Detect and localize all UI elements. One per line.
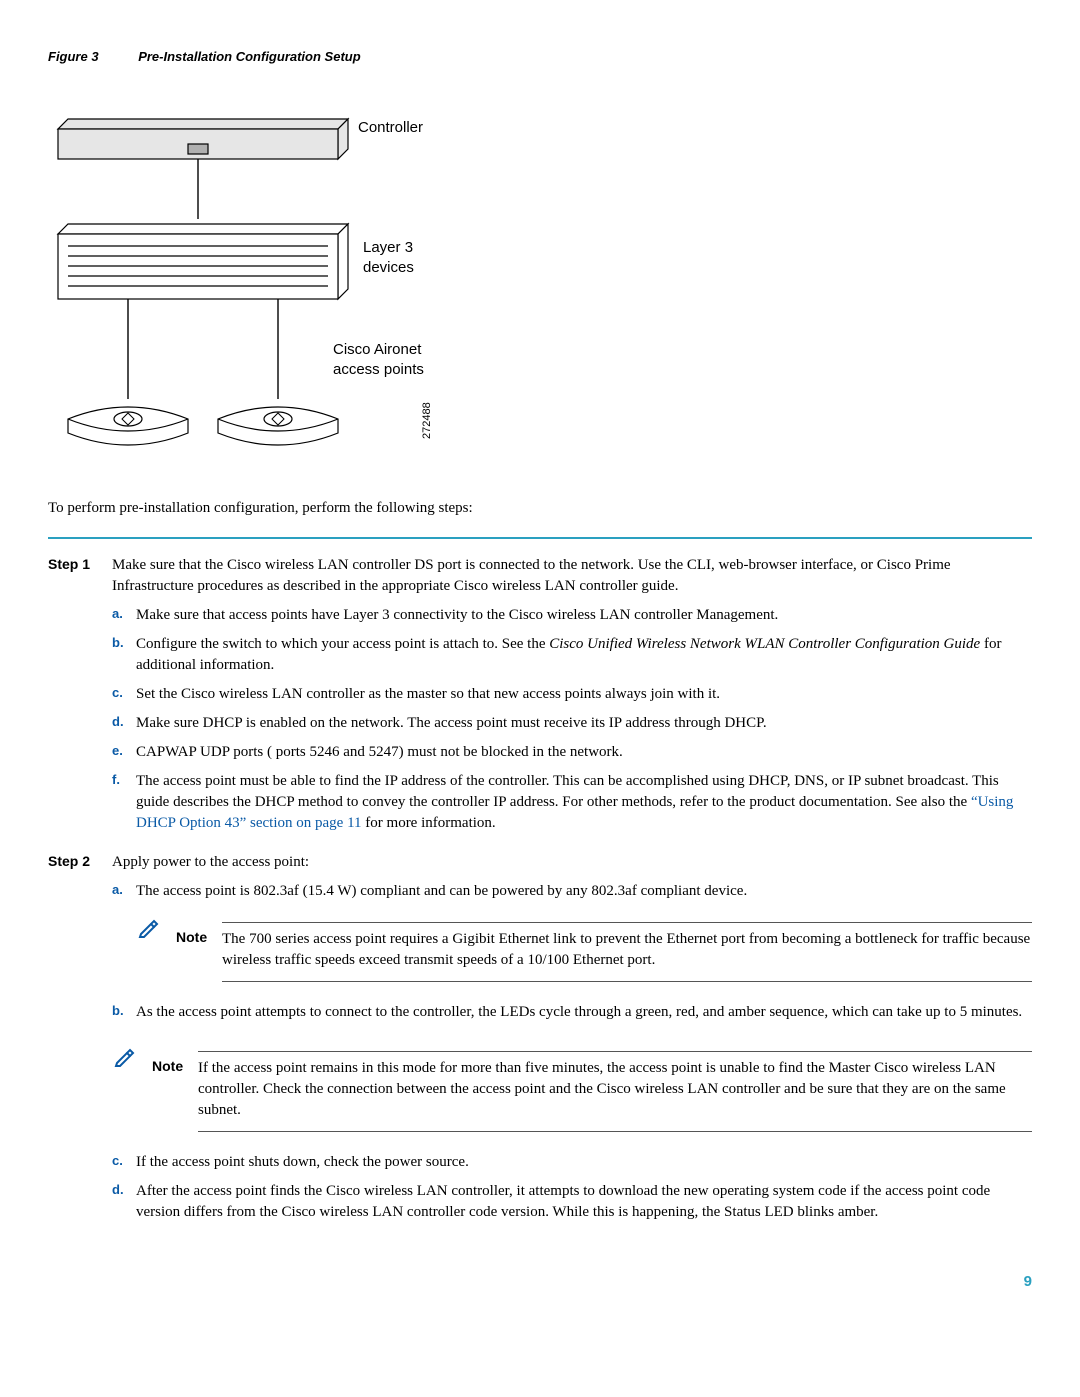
figure-number: Figure 3 <box>48 49 99 64</box>
figure-title: Pre-Installation Configuration Setup <box>138 49 360 64</box>
note-1-text: The 700 series access point requires a G… <box>222 931 1030 968</box>
page-number: 9 <box>48 1271 1032 1292</box>
step2-b: b.As the access point attempts to connec… <box>112 1002 1032 1023</box>
figure-caption: Figure 3 Pre-Installation Configuration … <box>48 48 1032 66</box>
step-2-body: Apply power to the access point: <box>112 854 309 870</box>
step2-c: c.If the access point shuts down, check … <box>112 1152 1032 1173</box>
intro-text: To perform pre-installation configuratio… <box>48 498 1032 519</box>
section-rule <box>48 537 1032 539</box>
step1-d: d.Make sure DHCP is enabled on the netwo… <box>112 713 1032 734</box>
pencil-icon <box>136 912 176 940</box>
pencil-icon <box>112 1041 152 1069</box>
note-2: Note If the access point remains in this… <box>112 1041 1032 1138</box>
figure-diagram: Controller Layer 3 devices Cisco Aironet… <box>48 84 1032 474</box>
controller-label: Controller <box>358 119 423 136</box>
step1-b: b.Configure the switch to which your acc… <box>112 634 1032 676</box>
step-1-body: Make sure that the Cisco wireless LAN co… <box>112 557 951 594</box>
note-2-label: Note <box>152 1041 198 1077</box>
figure-ref: 272488 <box>421 402 433 439</box>
note-1: Note The 700 series access point require… <box>136 912 1032 988</box>
step-1-label: Step 1 <box>48 555 112 575</box>
layer3-label-1: Layer 3 <box>363 239 413 256</box>
step1-a: a.Make sure that access points have Laye… <box>112 605 1032 626</box>
note-1-label: Note <box>176 912 222 948</box>
step1-f: f.The access point must be able to find … <box>112 771 1032 834</box>
layer3-label-2: devices <box>363 259 414 276</box>
step-2: Step 2 Apply power to the access point: … <box>48 852 1032 1031</box>
step1-e: e.CAPWAP UDP ports ( ports 5246 and 5247… <box>112 742 1032 763</box>
step2-d: d.After the access point finds the Cisco… <box>112 1181 1032 1223</box>
step-2-label: Step 2 <box>48 852 112 872</box>
step-1: Step 1 Make sure that the Cisco wireless… <box>48 555 1032 842</box>
ap-label-1: Cisco Aironet <box>333 341 422 358</box>
step2-a: a.The access point is 802.3af (15.4 W) c… <box>112 881 1032 902</box>
ap-label-2: access points <box>333 361 424 378</box>
note-2-text: If the access point remains in this mode… <box>198 1060 1006 1118</box>
step1-c: c.Set the Cisco wireless LAN controller … <box>112 684 1032 705</box>
